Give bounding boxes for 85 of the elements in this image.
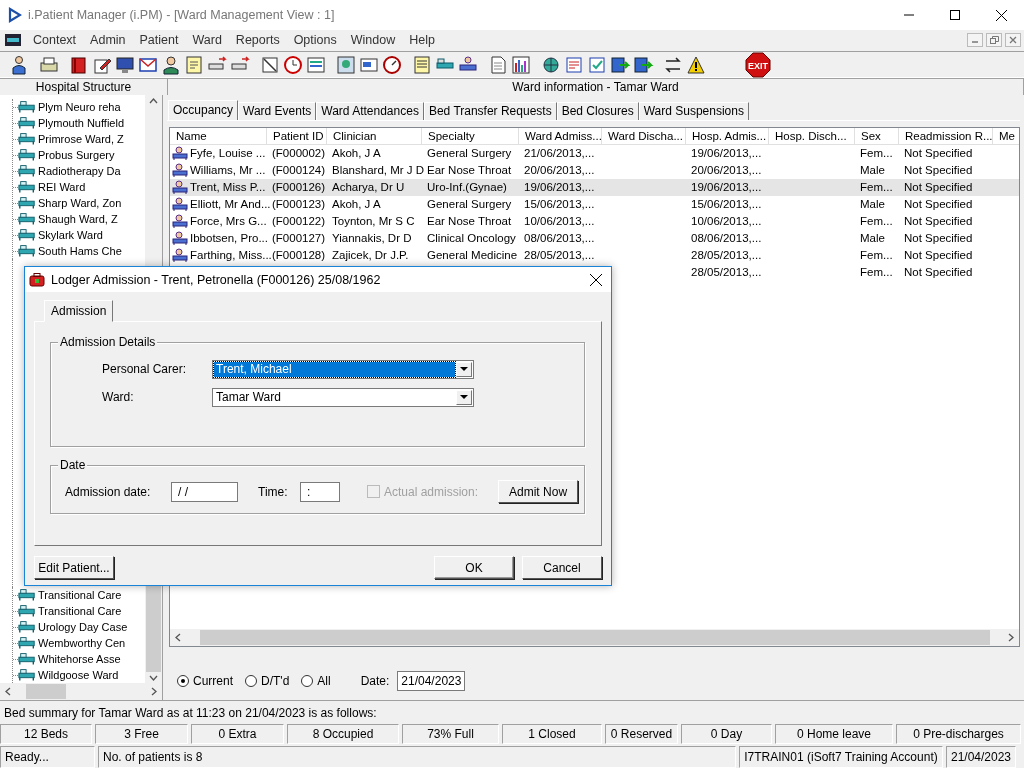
summary-cell: 0 Home leave: [775, 724, 893, 744]
table-cell-text: 10/06/2013,...: [524, 214, 595, 229]
table-cell-text: 20/06/2013,...: [524, 163, 595, 178]
table-cell-text: Farthing, Miss...: [190, 248, 272, 263]
table-cell-text: (F000002): [272, 146, 326, 161]
pane-header: Ward information - Tamar Ward: [168, 79, 1024, 95]
date-label: Date:: [360, 674, 390, 688]
bed-summary-text: Bed summary for Tamar Ward as at 11:23 on 21/04/2023 is as follows:: [0, 700, 1024, 724]
table-cell-text: Force, Mrs G...: [190, 214, 267, 229]
checkbox-label: Actual admission:: [384, 484, 479, 499]
table-cell-text: Fyfe, Louise ...: [190, 146, 266, 161]
table-cell-text: Ear Nose Throat: [427, 214, 512, 229]
table-cell-text: Not Specified: [904, 231, 973, 246]
summary-cell: 3 Free: [95, 724, 188, 744]
summary-cell: 8 Occupied: [287, 724, 399, 744]
field-label: Time:: [258, 484, 289, 499]
field-label: Ward:: [102, 390, 135, 404]
table-cell-text: Male: [860, 197, 885, 212]
summary-cell: 1 Closed: [502, 724, 602, 744]
summary-cell: 0 Extra: [191, 724, 284, 744]
table-cell-text: Not Specified: [904, 248, 973, 263]
table-cell-text: Akoh, J A: [332, 146, 381, 161]
group-title: Date: [58, 458, 88, 472]
table-cell-text: Fem...: [860, 214, 893, 229]
field-label: Personal Carer:: [102, 362, 188, 376]
table-cell-text: 19/06/2013,...: [691, 180, 762, 195]
table-cell-text: Fem...: [860, 265, 893, 280]
table-cell-text: 08/06/2013,...: [691, 231, 762, 246]
table-cell-text: (F000127): [272, 231, 326, 246]
table-cell-text: Yiannakis, Dr D: [332, 231, 412, 246]
table-cell-text: Williams, Mr ...: [190, 163, 266, 178]
table-cell-text: 28/05/2013,...: [524, 248, 595, 263]
table-cell-text: Blanshard, Mr J D: [332, 163, 425, 178]
table-cell-text: 19/06/2013,...: [524, 180, 595, 195]
table-cell-text: (F000123): [272, 197, 326, 212]
window-title: i.Patient Manager (i.PM) - [Ward Management View : 1]: [28, 8, 336, 22]
table-cell-text: 19/06/2013,...: [691, 146, 762, 161]
table-cell-text: Not Specified: [904, 197, 973, 212]
table-cell-text: Fem...: [860, 180, 893, 195]
table-cell-text: Zajicek, Dr J.P.: [332, 248, 409, 263]
status-text: Ready...: [0, 746, 95, 768]
table-cell-text: General Surgery: [427, 197, 512, 212]
table-cell-text: Trent, Miss P...: [190, 180, 266, 195]
table-cell-text: General Medicine: [427, 248, 518, 263]
table-cell-text: 15/06/2013,...: [524, 197, 595, 212]
table-cell-text: Fem...: [860, 248, 893, 263]
table-cell-text: (F000128): [272, 248, 326, 263]
summary-cell: 73% Full: [402, 724, 499, 744]
table-cell-text: General Surgery: [427, 146, 512, 161]
table-cell-text: (F000124): [272, 163, 326, 178]
table-cell-text: 10/06/2013,...: [691, 214, 762, 229]
group-title: Admission Details: [58, 335, 158, 349]
summary-cell: 12 Beds: [0, 724, 92, 744]
table-cell-text: Uro-Inf.(Gynae): [427, 180, 507, 195]
table-cell-text: Ibbotsen, Pro...: [190, 231, 268, 246]
table-cell-text: 28/05/2013,...: [691, 265, 762, 280]
table-cell-text: Akoh, J A: [332, 197, 381, 212]
table-cell-text: Not Specified: [904, 214, 973, 229]
summary-cell: 0 Day: [681, 724, 772, 744]
table-cell-text: Not Specified: [904, 265, 973, 280]
table-cell-text: Fem...: [860, 146, 893, 161]
table-cell-text: 20/06/2013,...: [691, 163, 762, 178]
table-cell-text: Not Specified: [904, 163, 973, 178]
table-cell-text: (F000122): [272, 214, 326, 229]
summary-cell: 0 Reserved: [605, 724, 678, 744]
table-cell-text: Clinical Oncology: [427, 231, 516, 246]
dialog-title: Lodger Admission - Trent, Petronella (F000126) 25/08/1962: [51, 272, 382, 287]
table-cell-text: 15/06/2013,...: [691, 197, 762, 212]
field-label: Admission date:: [65, 484, 152, 499]
status-text: I7TRAIN01 (iSoft7 Training Account): [739, 746, 943, 768]
table-cell-text: Not Specified: [904, 180, 973, 195]
summary-cell: 0 Pre-discharges: [896, 724, 1021, 744]
status-text: No. of patients is 8: [98, 746, 736, 768]
table-cell-text: Ear Nose Throat: [427, 163, 512, 178]
status-text: 21/04/2023: [946, 746, 1016, 768]
table-cell-text: Elliott, Mr And...: [190, 197, 271, 212]
table-cell-text: Toynton, Mr S C: [332, 214, 415, 229]
table-cell-text: 21/06/2013,...: [524, 146, 595, 161]
table-cell-text: (F000126): [272, 180, 326, 195]
table-cell-text: Acharya, Dr U: [332, 180, 405, 195]
table-cell-text: Not Specified: [904, 146, 973, 161]
table-cell-text: Male: [860, 231, 885, 246]
table-cell-text: Male: [860, 163, 885, 178]
table-cell-text: 28/05/2013,...: [691, 248, 762, 263]
table-cell-text: 08/06/2013,...: [524, 231, 595, 246]
